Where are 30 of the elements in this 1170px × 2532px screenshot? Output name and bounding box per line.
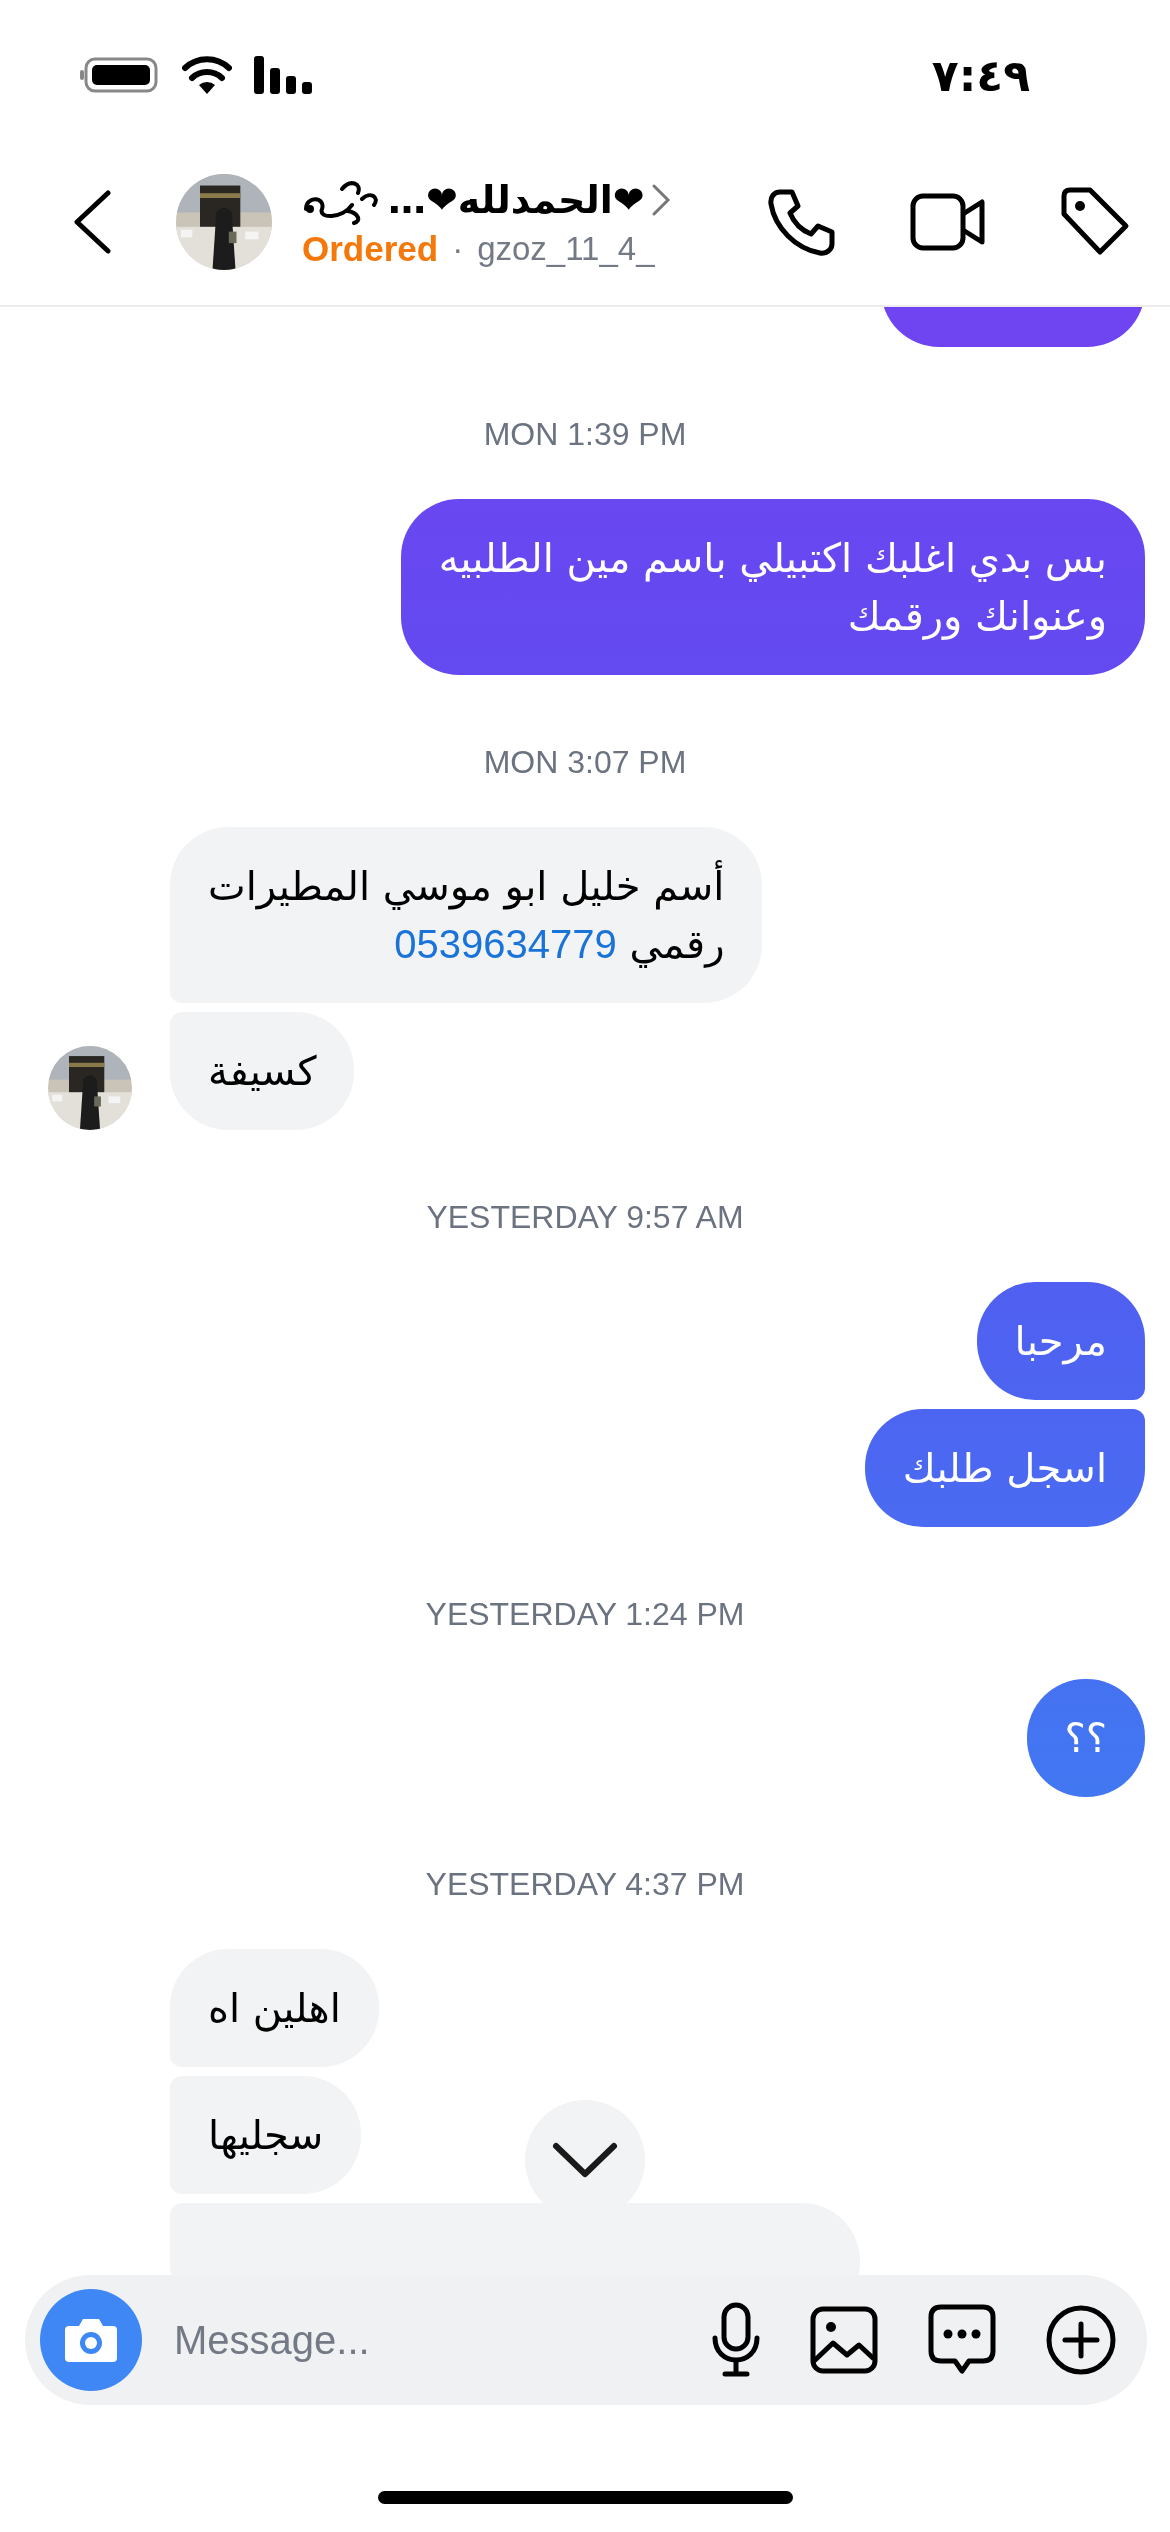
timestamp: YESTERDAY 9:57 AM xyxy=(426,1198,744,1237)
battery-icon xyxy=(80,57,160,93)
received-message: اهلين اه xyxy=(170,1949,379,2067)
sent-message: مرحبا xyxy=(976,1282,1145,1400)
timestamp: YESTERDAY 4:37 PM xyxy=(425,1865,745,1904)
wifi-icon xyxy=(182,56,232,94)
sent-message: اسجل طلبك xyxy=(864,1409,1145,1527)
received-message: كسيفة xyxy=(170,1012,355,1130)
timestamp: YESTERDAY 1:24 PM xyxy=(425,1595,745,1634)
back-icon[interactable] xyxy=(72,189,112,254)
signal-icon xyxy=(254,56,312,94)
timestamp: MON 1:39 PM xyxy=(483,415,687,454)
order-status: Ordered xyxy=(302,228,439,269)
add-icon[interactable] xyxy=(1045,2304,1117,2376)
chevron-down-icon xyxy=(553,2143,617,2177)
chevron-icon[interactable] xyxy=(650,182,671,217)
received-message: سجليها xyxy=(170,2076,362,2194)
timestamp: MON 3:07 PM xyxy=(483,743,687,782)
phone-link[interactable]: 0539634779 xyxy=(394,922,617,966)
camera-icon xyxy=(63,2316,119,2364)
sent-message: بس بدي اغلبك اكتبيلي باسم مين الطلبيه وعنوانك ورقمك xyxy=(400,499,1145,675)
contact-name[interactable]: …❤الحمدلله❤ xyxy=(388,177,645,222)
username: gzoz_11_4_ xyxy=(477,229,655,268)
chat-icon[interactable] xyxy=(927,2303,997,2377)
sent-message: ؟؟ xyxy=(1026,1679,1145,1797)
status-time: ٧:٤٩ xyxy=(931,49,1030,101)
image-icon[interactable] xyxy=(809,2305,879,2375)
separator-dot: · xyxy=(452,229,464,268)
message-field[interactable]: Message... xyxy=(172,2316,596,2364)
microphone-icon[interactable] xyxy=(711,2302,761,2378)
